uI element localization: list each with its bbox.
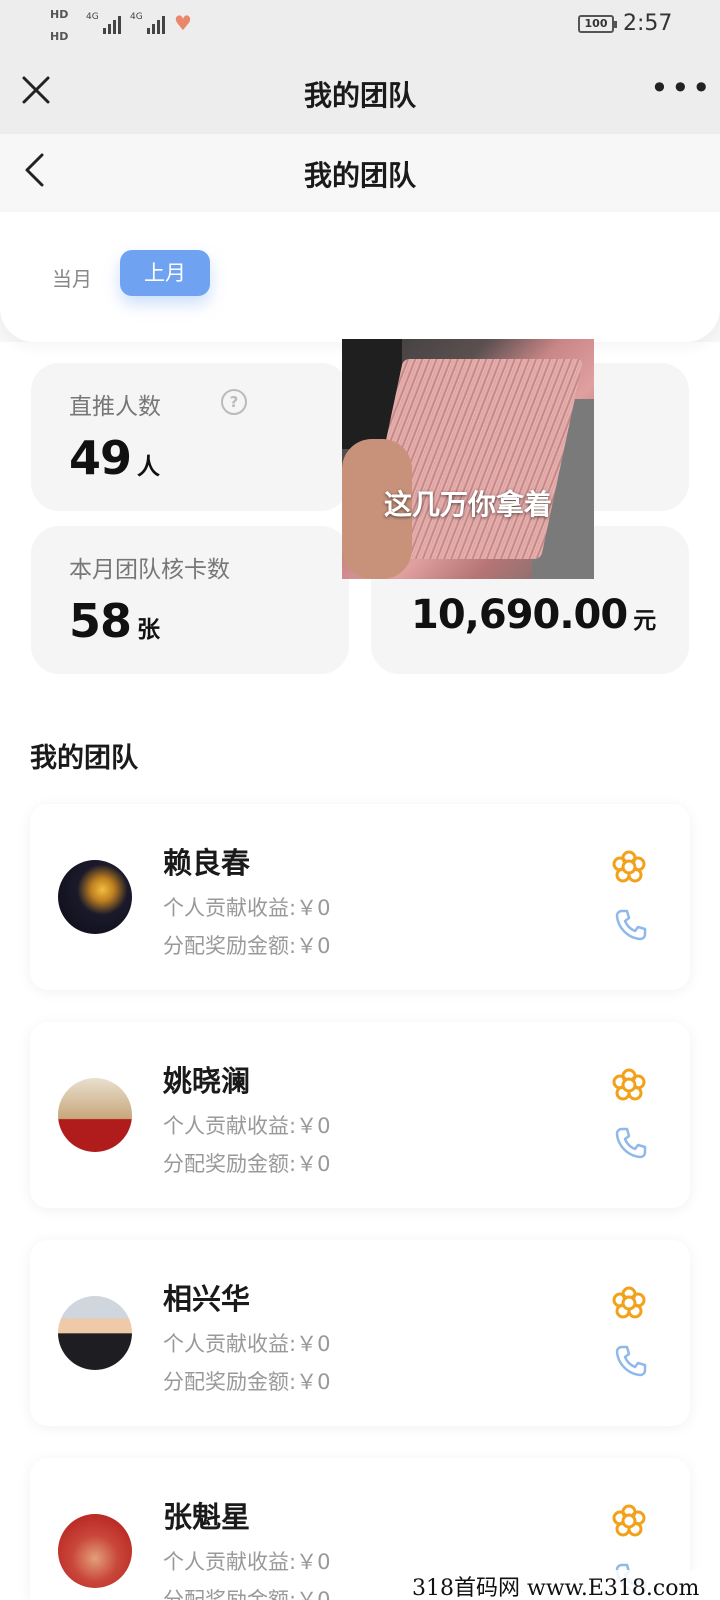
member-card[interactable]: 姚晓澜 个人贡献收益:￥0 分配奖励金额:￥0 [30,1022,690,1208]
total-amount-unit: 元 [633,608,657,634]
team-card-count-label: 本月团队核卡数 [69,557,230,583]
help-icon[interactable]: ? [221,389,247,415]
battery-icon: 100 [578,15,617,33]
section-title: 我的团队 [30,743,138,774]
signal-icon: 4G [130,12,165,34]
tab-last-month[interactable]: 上月 [120,250,210,296]
avatar [58,1296,132,1370]
member-reward: 分配奖励金额:￥0 [163,1370,331,1394]
flower-icon[interactable] [612,1068,646,1102]
direct-referrals-value: 49 人 [69,431,161,485]
member-reward: 分配奖励金额:￥0 [163,1588,331,1600]
member-card[interactable]: 赖良春 个人贡献收益:￥0 分配奖励金额:￥0 [30,804,690,990]
signal-icon: 4G [86,12,121,34]
member-name: 姚晓澜 [163,1064,251,1098]
member-contribution: 个人贡献收益:￥0 [163,1550,331,1574]
page-title: 我的团队 [303,159,416,192]
app-title-bar: 我的团队 ••• [0,50,720,134]
overlay-photo: 这几万你拿着 [342,339,594,579]
avatar [58,1514,132,1588]
app-title: 我的团队 [303,79,416,112]
avatar [58,860,132,934]
member-contribution: 个人贡献收益:￥0 [163,1332,331,1356]
direct-referrals-card: 直推人数 ? 49 人 [31,363,349,511]
health-heart-icon: ♥ [174,11,192,35]
team-card-count-unit: 张 [137,617,161,643]
hd-indicator: HD [50,30,69,43]
member-name: 相兴华 [163,1282,251,1316]
flower-icon[interactable] [612,850,646,884]
team-card-count-card: 本月团队核卡数 58 张 [31,526,349,674]
team-card-count-value: 58 张 [69,594,161,648]
avatar [58,1078,132,1152]
site-watermark: 318首码网 www.E318.com [412,1570,700,1600]
phone-icon[interactable] [614,1126,648,1160]
member-contribution: 个人贡献收益:￥0 [163,1114,331,1138]
direct-referrals-unit: 人 [137,454,161,480]
direct-referrals-label: 直推人数 [69,394,161,420]
page-header: 我的团队 [0,134,720,212]
total-amount-value: 10,690.00 元 [411,592,657,638]
member-name: 张魁星 [163,1500,251,1534]
member-reward: 分配奖励金额:￥0 [163,1152,331,1176]
phone-icon[interactable] [614,908,648,942]
status-bar: HD HD 4G 4G ♥ 100 2:57 [0,0,720,50]
hd-indicator: HD [50,8,69,21]
flower-icon[interactable] [612,1286,646,1320]
member-card[interactable]: 相兴华 个人贡献收益:￥0 分配奖励金额:￥0 [30,1240,690,1426]
member-reward: 分配奖励金额:￥0 [163,934,331,958]
member-name: 赖良春 [163,846,251,880]
phone-icon[interactable] [614,1344,648,1378]
flower-icon[interactable] [612,1504,646,1538]
tab-current-month[interactable]: 当月 [52,263,92,292]
month-tab-card: 当月 上月 [0,212,720,342]
status-time: 2:57 [623,11,673,36]
more-options-icon[interactable]: ••• [650,72,713,104]
member-contribution: 个人贡献收益:￥0 [163,896,331,920]
overlay-caption: 这几万你拿着 [383,488,552,521]
